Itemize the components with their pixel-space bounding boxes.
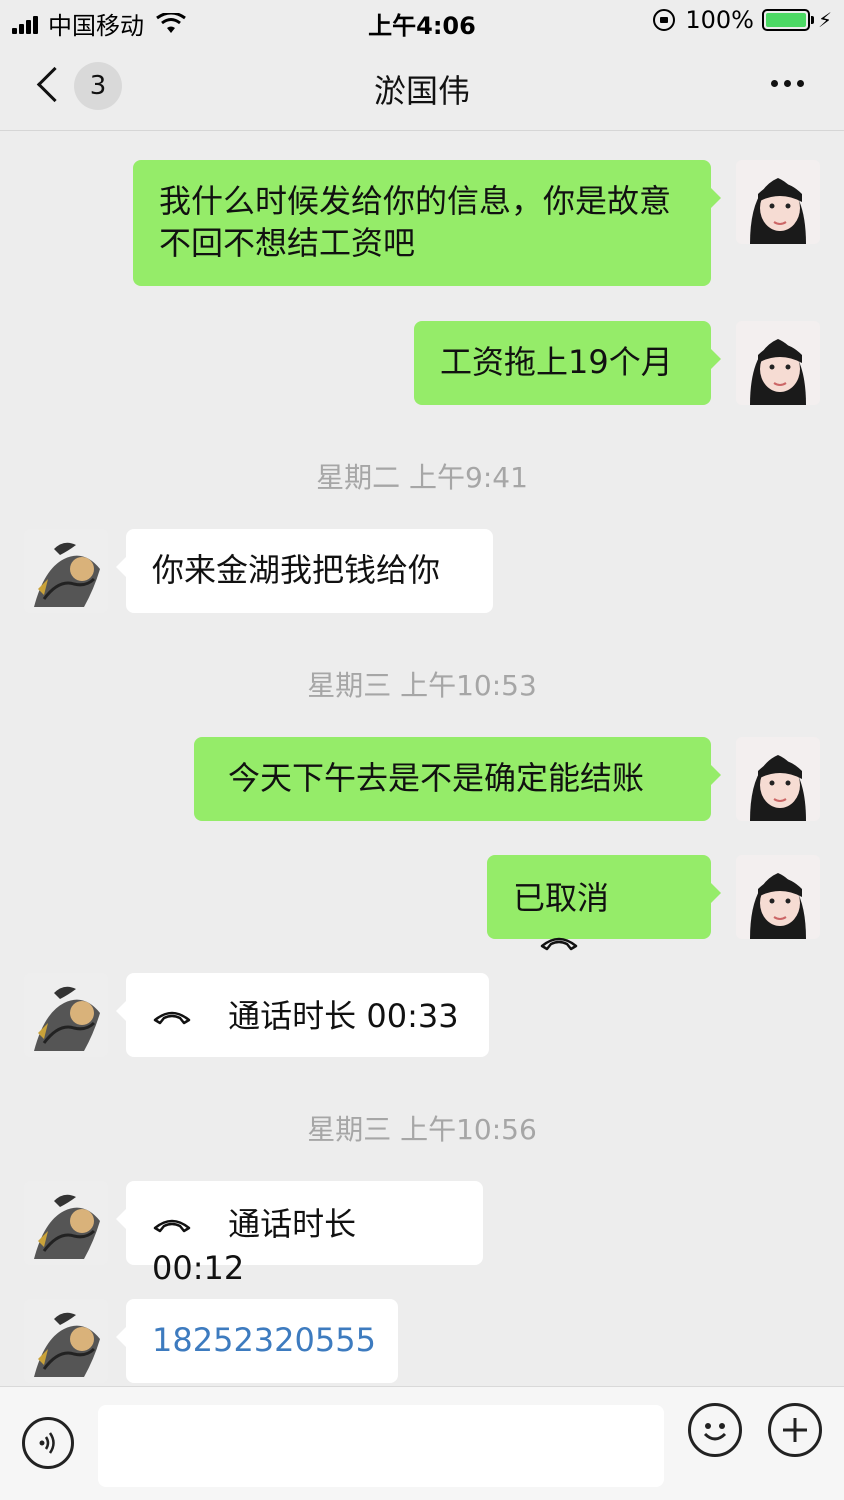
call-status-text: 已取消 <box>513 879 610 917</box>
chat-screen: 中国移动 上午4:06 100% ⚡ 3 淤国伟 我什么时候发给你的信息，你是故… <box>0 0 844 1500</box>
input-bar <box>0 1386 844 1500</box>
status-right: 100% ⚡ <box>653 6 832 34</box>
timestamp: 星期三 上午10:56 <box>307 1113 537 1146</box>
message-text: 我什么时候发给你的信息，你是故意不回不想结工资吧 <box>159 182 672 262</box>
emoji-icon <box>703 1423 727 1441</box>
phone-hangup-icon <box>540 937 578 951</box>
message-text: 工资拖上19个月 <box>440 343 673 381</box>
phone-number-link[interactable]: 18252320555 <box>152 1321 376 1359</box>
phone-hangup-icon <box>153 1011 191 1025</box>
my-avatar[interactable] <box>736 855 820 939</box>
more-options-button[interactable] <box>765 80 804 87</box>
contact-avatar[interactable] <box>24 973 108 1057</box>
charging-icon: ⚡ <box>817 8 832 32</box>
my-avatar[interactable] <box>736 737 820 821</box>
timestamp: 星期二 上午9:41 <box>316 461 528 494</box>
rotation-lock-icon <box>653 9 676 31</box>
timestamp: 星期三 上午10:53 <box>307 669 537 702</box>
voice-button[interactable] <box>22 1417 74 1469</box>
message-bubble-sent[interactable]: 今天下午去是不是确定能结账 <box>194 737 721 821</box>
battery-icon <box>761 9 814 31</box>
ellipsis-icon <box>771 80 778 87</box>
nav-bar: 3 淤国伟 <box>0 42 844 131</box>
message-bubble-received[interactable]: 你来金湖我把钱给你 <box>116 529 493 613</box>
contact-avatar[interactable] <box>24 529 108 613</box>
message-text: 今天下午去是不是确定能结账 <box>228 759 645 797</box>
call-bubble-sent[interactable]: 已取消 <box>487 855 721 951</box>
plus-icon <box>783 1418 807 1442</box>
my-avatar[interactable] <box>736 160 820 244</box>
voice-icon <box>39 1432 55 1454</box>
message-bubble-sent[interactable]: 我什么时候发给你的信息，你是故意不回不想结工资吧 <box>133 160 721 286</box>
chat-title: 淤国伟 <box>373 72 470 110</box>
my-avatar[interactable] <box>736 321 820 405</box>
more-functions-button[interactable] <box>768 1403 822 1457</box>
call-bubble-received[interactable]: 通话时长 00:33 <box>116 973 489 1057</box>
call-duration-text: 通话时长 00:33 <box>228 997 459 1035</box>
emoji-button[interactable] <box>688 1403 742 1457</box>
battery-percentage: 100% <box>685 6 754 34</box>
contact-avatar[interactable] <box>24 1299 108 1383</box>
message-bubble-received[interactable]: 18252320555 <box>116 1299 398 1383</box>
call-bubble-received[interactable]: 通话时长 00:12 <box>116 1181 483 1287</box>
phone-hangup-icon <box>153 1219 191 1233</box>
contact-avatar[interactable] <box>24 1181 108 1265</box>
status-bar: 中国移动 上午4:06 100% ⚡ <box>0 0 844 42</box>
message-bubble-sent[interactable]: 工资拖上19个月 <box>414 321 721 405</box>
message-text: 你来金湖我把钱给你 <box>152 551 441 589</box>
message-input[interactable] <box>98 1405 664 1487</box>
